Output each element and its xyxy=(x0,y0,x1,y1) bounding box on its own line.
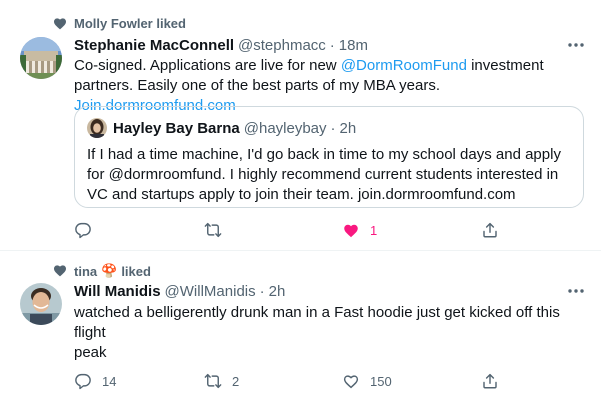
retweet-icon xyxy=(204,373,222,389)
heart-filled-icon xyxy=(54,18,66,30)
heart-icon xyxy=(343,375,359,389)
social-context-text[interactable]: Molly Fowler liked xyxy=(74,16,186,31)
person-avatar-image xyxy=(20,283,62,325)
tweet-text: peak xyxy=(74,344,107,361)
more-dots-icon xyxy=(568,43,584,47)
quote-header: Hayley Bay Barna @hayleybay · 2h xyxy=(113,120,356,137)
share-button[interactable] xyxy=(481,220,499,240)
tweet-actions: 1 xyxy=(74,220,504,240)
share-button[interactable] xyxy=(481,371,499,391)
author-handle[interactable]: @WillManidis xyxy=(165,283,256,300)
social-context[interactable]: tina 🍄 liked xyxy=(74,263,151,279)
separator: · xyxy=(259,283,265,300)
building-avatar-image xyxy=(20,37,62,79)
heart-filled-icon xyxy=(54,265,66,277)
retweet-icon xyxy=(204,222,222,238)
person-avatar-image xyxy=(87,118,107,138)
separator: · xyxy=(329,37,335,54)
share-icon xyxy=(483,222,497,238)
social-context[interactable]: Molly Fowler liked xyxy=(74,16,186,31)
author-name[interactable]: Stephanie MacConnell xyxy=(74,37,234,54)
social-context-name[interactable]: tina xyxy=(74,264,97,279)
tweet-actions: 14 2 150 xyxy=(74,371,504,391)
like-count: 150 xyxy=(370,373,392,389)
reply-button[interactable]: 14 xyxy=(74,371,116,391)
separator: · xyxy=(330,120,336,137)
more-button[interactable] xyxy=(565,283,587,299)
timestamp[interactable]: 18m xyxy=(339,37,368,54)
more-button[interactable] xyxy=(565,37,587,53)
tweet-header: Stephanie MacConnell @stephmacc · 18m xyxy=(74,37,571,54)
tweet-text-part: Co-signed. Applications are live for new xyxy=(74,57,341,74)
tweet-text: watched a belligerently drunk man in a F… xyxy=(74,304,560,341)
more-dots-icon xyxy=(568,289,584,293)
retweet-count: 2 xyxy=(232,373,240,389)
share-icon xyxy=(483,373,497,389)
mention-link[interactable]: @DormRoomFund xyxy=(341,57,467,74)
heart-filled-icon xyxy=(344,224,358,238)
mushroom-emoji: 🍄 xyxy=(101,263,118,278)
like-button[interactable]: 1 xyxy=(342,220,377,240)
quote-author-handle[interactable]: @hayleybay xyxy=(244,120,327,137)
tweet[interactable]: Molly Fowler liked Stephanie MacConnell … xyxy=(0,0,601,251)
quote-text: If I had a time machine, I'd go back in … xyxy=(87,146,561,203)
social-context-suffix: liked xyxy=(121,263,151,279)
quoted-tweet[interactable]: Hayley Bay Barna @hayleybay · 2h If I ha… xyxy=(74,106,584,208)
reply-count: 14 xyxy=(102,373,117,389)
like-count: 1 xyxy=(370,222,378,238)
reply-icon xyxy=(75,373,91,390)
tweet-header: Will Manidis @WillManidis · 2h xyxy=(74,283,571,300)
quote-avatar[interactable] xyxy=(87,118,107,138)
reply-icon xyxy=(75,222,91,239)
author-name[interactable]: Will Manidis xyxy=(74,283,161,300)
tweet[interactable]: tina 🍄 liked Will Manidis @WillManidis ·… xyxy=(0,251,601,401)
timestamp[interactable]: 2h xyxy=(269,283,286,300)
avatar[interactable] xyxy=(20,283,62,325)
reply-button[interactable] xyxy=(74,220,102,240)
author-handle[interactable]: @stephmacc xyxy=(238,37,326,54)
avatar[interactable] xyxy=(20,37,62,79)
quote-author-name[interactable]: Hayley Bay Barna xyxy=(113,120,240,137)
retweet-button[interactable] xyxy=(204,220,232,240)
like-button[interactable]: 150 xyxy=(342,371,392,391)
quote-timestamp[interactable]: 2h xyxy=(340,120,357,137)
retweet-button[interactable]: 2 xyxy=(204,371,239,391)
